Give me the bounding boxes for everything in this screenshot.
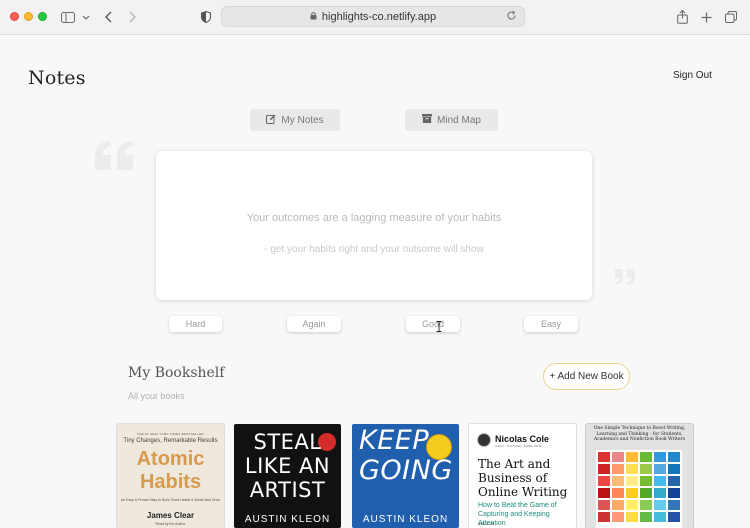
rate-easy-button[interactable]: Easy (524, 316, 578, 332)
close-quote-icon (614, 268, 638, 291)
chevron-down-icon[interactable] (81, 8, 91, 26)
url-text: highlights-co.netlify.app (321, 10, 437, 23)
address-bar[interactable]: highlights-co.netlify.app (221, 6, 525, 27)
book-author: AUSTIN KLEON (362, 514, 449, 525)
text-cursor-icon (436, 319, 442, 337)
lock-icon (310, 11, 317, 23)
book-stats: 17K 2.3K (478, 521, 495, 526)
bookshelf-subtitle: All your books (128, 391, 185, 401)
my-notes-button[interactable]: My Notes (250, 109, 340, 131)
edit-icon (266, 114, 276, 127)
book-note: Read by the Author (155, 522, 186, 526)
share-icon[interactable] (675, 8, 689, 26)
minimize-window-button[interactable] (24, 12, 33, 21)
book-cover-art-and-business-of-online-writing[interactable]: Nicolas Cole Author · Viral Writer · 100… (469, 424, 576, 528)
book-tagline: THE #1 NEW YORK TIMES BESTSELLER (136, 432, 204, 436)
note-card[interactable]: Your outcomes are a lagging measure of y… (156, 151, 592, 300)
book-author: AUSTIN KLEON (244, 514, 331, 525)
mind-map-label: Mind Map (437, 114, 481, 126)
app-page: Notes Sign Out My Notes Mind Map Your ou… (0, 36, 750, 528)
rate-hard-button[interactable]: Hard (169, 316, 222, 332)
sidebar-toggle-icon[interactable] (60, 8, 76, 26)
open-quote-icon (93, 140, 137, 177)
tab-overview-icon[interactable] (724, 8, 738, 26)
note-quote-line-2: - get your habits right and your outsome… (264, 244, 484, 255)
my-notes-label: My Notes (281, 114, 324, 126)
author-role: Author · Viral Writer · 100M+ Views (495, 444, 542, 448)
author-avatar (477, 433, 491, 447)
archive-box-icon (422, 114, 433, 126)
rate-again-button[interactable]: Again (287, 316, 341, 332)
browser-toolbar: highlights-co.netlify.app (0, 0, 750, 35)
back-icon[interactable] (102, 8, 114, 26)
book-cover-atomic-habits[interactable]: THE #1 NEW YORK TIMES BESTSELLER Tiny Ch… (117, 424, 224, 528)
book-cover-simple-technique[interactable]: One Simple Technique to Boost Writing, L… (586, 424, 693, 528)
book-title: One Simple Technique to Boost Writing, L… (593, 426, 686, 442)
note-quote-line-1: Your outcomes are a lagging measure of y… (246, 212, 502, 224)
book-subtitle: Tiny Changes, Remarkable Results (123, 438, 218, 444)
add-new-book-button[interactable]: + Add New Book (543, 363, 630, 390)
mind-map-button[interactable]: Mind Map (405, 109, 498, 131)
close-window-button[interactable] (10, 12, 19, 21)
forward-icon[interactable] (126, 8, 138, 26)
book-title: KEEP GOING (359, 425, 453, 486)
sign-out-link[interactable]: Sign Out (673, 70, 712, 81)
privacy-shield-icon[interactable] (199, 8, 213, 26)
book-title: The Art and Business of Online Writing (478, 457, 568, 499)
book-title: STEAL LIKE AN ARTIST (244, 430, 331, 502)
cover-grid-illustration (596, 450, 682, 528)
bookshelf-title: My Bookshelf (128, 365, 225, 381)
new-tab-icon[interactable] (699, 8, 713, 26)
reload-icon[interactable] (506, 10, 517, 24)
book-author: Nicolas Cole (495, 434, 550, 444)
book-title: Atomic Habits (136, 448, 205, 493)
app-logo[interactable]: Notes (28, 67, 86, 89)
book-description: An Easy & Proven Way to Build Good Habit… (120, 498, 221, 502)
book-cover-steal-like-an-artist[interactable]: STEAL LIKE AN ARTIST AUSTIN KLEON (234, 424, 341, 528)
book-cover-keep-going[interactable]: KEEP GOING AUSTIN KLEON (352, 424, 459, 528)
book-author: James Clear (146, 511, 195, 520)
zoom-window-button[interactable] (38, 12, 47, 21)
rate-good-button[interactable]: Good (406, 316, 460, 332)
